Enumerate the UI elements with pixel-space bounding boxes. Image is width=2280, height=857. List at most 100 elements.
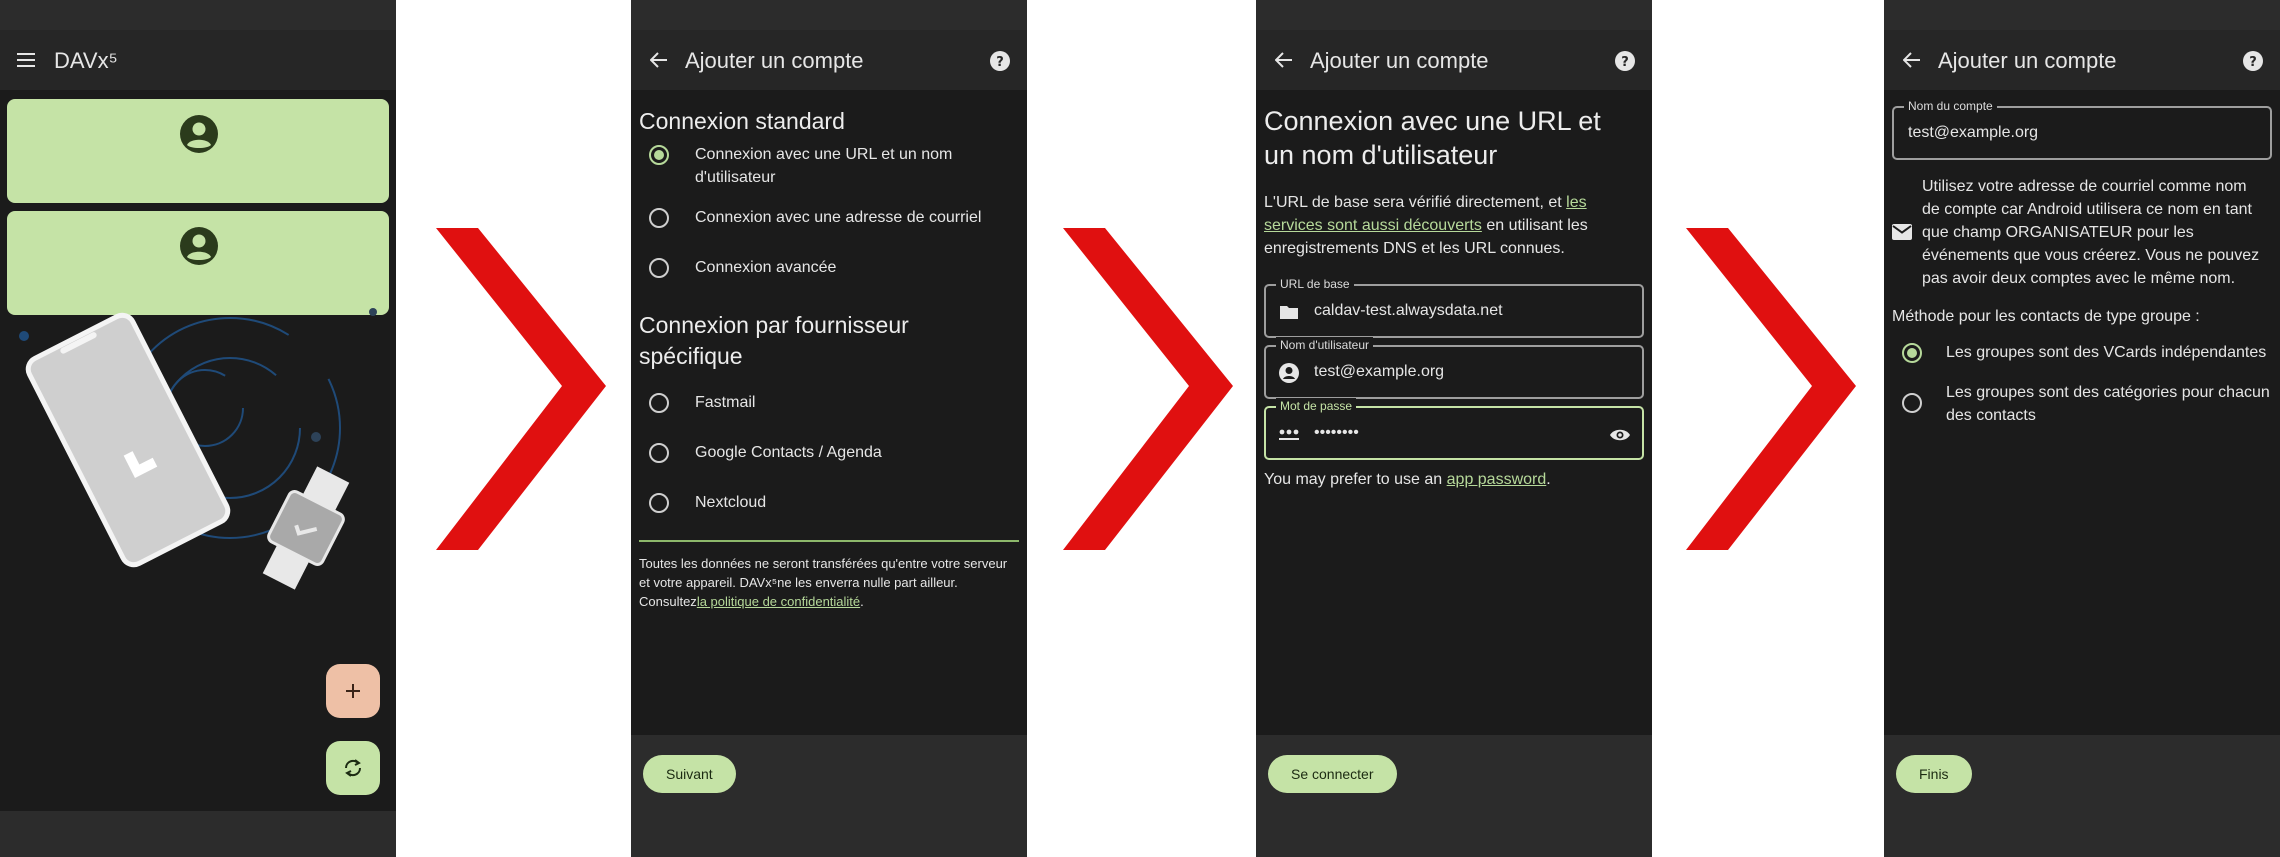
field-label: URL de base — [1276, 276, 1354, 292]
radio-group-categories[interactable]: Les groupes sont des catégories pour cha… — [1902, 383, 2272, 427]
sync-icon — [344, 759, 362, 777]
hint-before: You may prefer to use an — [1264, 471, 1447, 488]
status-bar — [1256, 0, 1652, 30]
nav-bar — [1256, 811, 1652, 857]
privacy-policy-link[interactable]: la politique de confidentialité — [697, 594, 860, 609]
account-icon — [1278, 362, 1300, 384]
help-icon[interactable]: ? — [989, 50, 1011, 72]
nav-bar — [0, 811, 396, 857]
email-icon — [1892, 224, 1912, 245]
field-label: Nom du compte — [1904, 98, 1997, 114]
help-icon[interactable]: ? — [1614, 50, 1636, 72]
base-url-field[interactable]: URL de base caldav-test.alwaysdata.net — [1264, 276, 1644, 338]
radio-unselected[interactable] — [649, 493, 669, 513]
username-field[interactable]: Nom d'utilisateur test@example.org — [1264, 337, 1644, 399]
status-bar — [0, 0, 396, 30]
svg-text:?: ? — [1621, 55, 1629, 70]
screen-account-details: Ajouter un compte ? Nom du compte test@e… — [1884, 0, 2280, 857]
section-standard-title: Connexion standard — [639, 108, 845, 134]
add-account-button[interactable] — [326, 664, 380, 718]
radio-selected[interactable] — [1902, 343, 1922, 363]
sync-all-button[interactable] — [326, 741, 380, 795]
finish-button[interactable]: Finis — [1896, 755, 1972, 793]
svg-text:?: ? — [2249, 55, 2257, 70]
back-arrow-icon[interactable] — [1900, 48, 1924, 72]
menu-icon[interactable] — [14, 48, 38, 72]
nav-bar — [1884, 811, 2280, 857]
status-bar — [1884, 0, 2280, 30]
next-step-arrow — [436, 228, 606, 550]
field-value: caldav-test.alwaysdata.net — [1314, 302, 1503, 319]
radio-advanced[interactable]: Connexion avancée — [649, 258, 1019, 279]
radio-nextcloud[interactable]: Nextcloud — [649, 493, 1019, 514]
radio-unselected[interactable] — [1902, 393, 1922, 413]
field-label: Nom d'utilisateur — [1276, 337, 1373, 353]
account-card[interactable] — [7, 99, 389, 203]
bottom-bar: Finis — [1884, 735, 2280, 811]
nav-bar — [631, 811, 1027, 857]
help-icon[interactable]: ? — [2242, 50, 2264, 72]
app-bar: Ajouter un compte ? — [1884, 30, 2280, 90]
app-title: DAVx⁵ — [54, 48, 118, 73]
svg-text:?: ? — [996, 55, 1004, 70]
app-bar: Ajouter un compte ? — [1256, 30, 1652, 90]
group-method-label: Méthode pour les contacts de type groupe… — [1892, 308, 2200, 325]
radio-url-username[interactable]: Connexion avec une URL et un nom d'utili… — [649, 145, 1019, 189]
radio-label: Connexion avec une adresse de courriel — [695, 209, 982, 226]
divider — [639, 540, 1019, 542]
login-button[interactable]: Se connecter — [1268, 755, 1397, 793]
next-step-arrow — [1063, 228, 1233, 550]
screen-login-type: Ajouter un compte ? Connexion standard C… — [631, 0, 1027, 857]
app-password-hint: You may prefer to use an app password. — [1264, 468, 1634, 491]
bottom-bar: Suivant — [631, 735, 1027, 811]
plus-icon — [346, 684, 360, 698]
back-arrow-icon[interactable] — [1272, 48, 1296, 72]
radio-label: Connexion avec une URL et un nom d'utili… — [695, 146, 953, 186]
next-step-arrow — [1686, 228, 1856, 550]
app-bar: DAVx⁵ — [0, 30, 396, 90]
radio-unselected[interactable] — [649, 443, 669, 463]
screen-accounts: DAVx⁵ — [0, 0, 396, 857]
radio-email[interactable]: Connexion avec une adresse de courriel — [649, 208, 1019, 229]
radio-fastmail[interactable]: Fastmail — [649, 393, 1019, 414]
bottom-bar: Se connecter — [1256, 735, 1652, 811]
field-label: Mot de passe — [1276, 398, 1357, 414]
screen-credentials: Ajouter un compte ? Connexion avec une U… — [1256, 0, 1652, 857]
account-name-field[interactable]: Nom du compte test@example.org — [1892, 98, 2272, 160]
hint-after: . — [1546, 471, 1551, 488]
privacy-notice: Toutes les données ne seront transférées… — [639, 554, 1019, 611]
radio-label: Google Contacts / Agenda — [695, 444, 882, 461]
radio-unselected[interactable] — [649, 393, 669, 413]
radio-group-vcards[interactable]: Les groupes sont des VCards indépendante… — [1902, 343, 2272, 364]
sync-illustration — [19, 308, 377, 590]
radio-google[interactable]: Google Contacts / Agenda — [649, 443, 1019, 464]
page-title: Ajouter un compte — [1310, 48, 1489, 73]
radio-label: Nextcloud — [695, 494, 767, 511]
field-value: •••••••• — [1314, 424, 1359, 441]
field-value: test@example.org — [1314, 363, 1445, 380]
radio-unselected[interactable] — [649, 258, 669, 278]
app-bar: Ajouter un compte ? — [631, 30, 1027, 90]
password-field[interactable]: Mot de passe •••••••• — [1264, 398, 1644, 460]
password-icon — [1278, 423, 1300, 445]
page-title: Ajouter un compte — [1938, 48, 2117, 73]
intro-text: L'URL de base sera vérifié directement, … — [1264, 191, 1634, 260]
login-heading: Connexion avec une URL et un nom d'utili… — [1264, 106, 1601, 170]
section-provider-title: Connexion par fournisseur spécifique — [639, 312, 909, 369]
radio-unselected[interactable] — [649, 208, 669, 228]
status-bar — [631, 0, 1027, 30]
app-password-link[interactable]: app password — [1447, 471, 1547, 488]
radio-selected[interactable] — [649, 145, 669, 165]
account-name-info: Utilisez votre adresse de courriel comme… — [1922, 178, 2260, 287]
folder-icon — [1278, 301, 1300, 323]
account-circle-icon — [180, 227, 218, 270]
radio-label: Les groupes sont des VCards indépendante… — [1946, 344, 2267, 361]
back-arrow-icon[interactable] — [647, 48, 671, 72]
account-circle-icon — [180, 115, 218, 158]
next-button[interactable]: Suivant — [643, 755, 736, 793]
page-title: Ajouter un compte — [685, 48, 864, 73]
privacy-end: . — [860, 594, 864, 609]
intro-before: L'URL de base sera vérifié directement, … — [1264, 194, 1567, 211]
radio-label: Connexion avancée — [695, 259, 837, 276]
visibility-icon[interactable] — [1608, 423, 1632, 447]
